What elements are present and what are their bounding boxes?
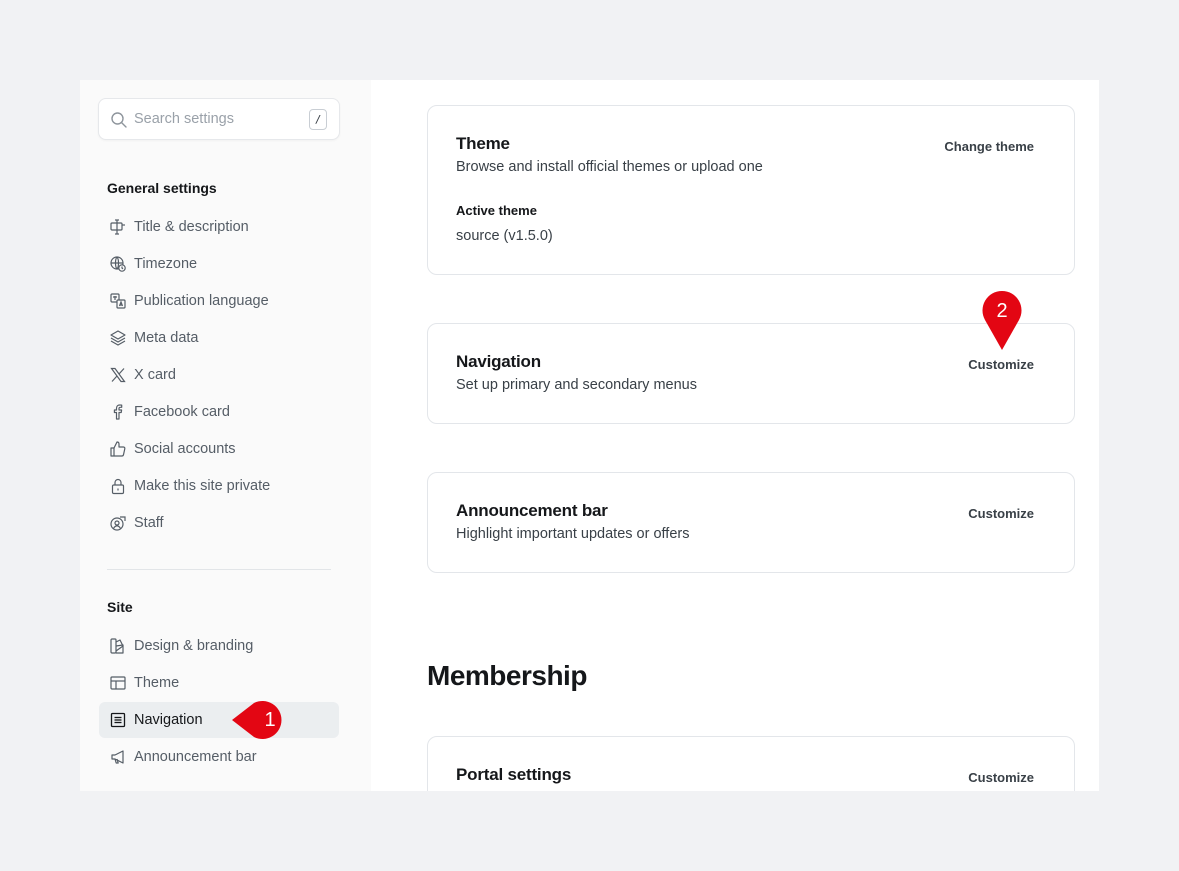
card-description: Highlight important updates or offers <box>456 526 690 542</box>
customize-navigation-button[interactable]: Customize <box>968 357 1034 372</box>
facebook-icon <box>113 404 123 420</box>
card-title: Announcement bar <box>456 501 608 520</box>
thumbs-up-icon <box>110 441 126 457</box>
search-shortcut-key: / <box>309 109 327 130</box>
navigation-list-icon <box>110 712 126 728</box>
sidebar-item-announcement-bar[interactable]: Announcement bar <box>99 739 339 775</box>
sidebar-item-make-site-private[interactable]: Make this site private <box>99 468 339 504</box>
paintbrush-icon <box>110 638 124 654</box>
step-marker-1: 1 <box>232 700 296 740</box>
sidebar-item-label: Meta data <box>134 330 199 346</box>
customize-announcement-button[interactable]: Customize <box>968 506 1034 521</box>
sidebar-item-staff[interactable]: Staff <box>99 505 339 541</box>
navigation-card: Navigation Set up primary and secondary … <box>427 323 1075 424</box>
settings-main: Theme Browse and install official themes… <box>371 80 1099 791</box>
layout-icon <box>110 676 126 690</box>
layers-icon <box>110 330 126 346</box>
card-description: Set up primary and secondary menus <box>456 377 697 393</box>
sidebar-item-facebook-card[interactable]: Facebook card <box>99 394 339 430</box>
change-theme-button[interactable]: Change theme <box>944 139 1034 154</box>
search-input[interactable]: Search settings / <box>98 98 340 140</box>
sidebar-item-label: Title & description <box>134 219 249 235</box>
sidebar-item-label: Make this site private <box>134 478 271 494</box>
language-icon <box>110 293 126 309</box>
active-theme-value: source (v1.5.0) <box>456 228 553 244</box>
search-placeholder: Search settings <box>134 111 234 127</box>
portal-settings-card: Portal settings Customize <box>427 736 1075 791</box>
marker-number: 1 <box>264 709 275 731</box>
sidebar-item-label: Announcement bar <box>134 749 257 765</box>
sidebar-item-label: Theme <box>134 675 180 691</box>
title-icon <box>110 219 125 235</box>
sidebar-item-theme[interactable]: Theme <box>99 665 339 701</box>
search-icon <box>111 112 127 128</box>
sidebar-item-timezone[interactable]: Timezone <box>99 246 339 282</box>
sidebar-item-label: Facebook card <box>134 404 230 420</box>
general-settings-heading: General settings <box>107 180 217 196</box>
sidebar-item-title-description[interactable]: Title & description <box>99 209 339 245</box>
card-title: Navigation <box>456 352 541 371</box>
sidebar-item-label: Design & branding <box>134 638 254 654</box>
card-description: Browse and install official themes or up… <box>456 159 763 175</box>
site-heading: Site <box>107 599 133 615</box>
sidebar-item-label: Social accounts <box>134 441 236 457</box>
customize-portal-button[interactable]: Customize <box>968 770 1034 785</box>
sidebar-item-label: Publication language <box>134 293 269 309</box>
sidebar-item-social-accounts[interactable]: Social accounts <box>99 431 339 467</box>
active-theme-label: Active theme <box>456 203 537 218</box>
sidebar-item-design-branding[interactable]: Design & branding <box>99 628 339 664</box>
marker-number: 2 <box>996 300 1007 322</box>
sidebar-item-label: Timezone <box>134 256 198 272</box>
settings-sidebar: Search settings / General settings Title… <box>80 80 371 791</box>
marker-pin-shape: 2 <box>982 290 1022 350</box>
globe-clock-icon <box>110 256 126 272</box>
sidebar-item-label: Navigation <box>134 712 203 728</box>
card-title: Theme <box>456 134 510 153</box>
staff-icon <box>110 516 126 531</box>
card-title: Portal settings <box>456 765 572 784</box>
sidebar-item-meta-data[interactable]: Meta data <box>99 320 339 356</box>
x-logo-icon <box>110 367 126 383</box>
marker-pin-shape: 1 <box>232 701 282 739</box>
megaphone-icon <box>111 750 124 764</box>
settings-window: Search settings / General settings Title… <box>80 80 1099 791</box>
step-marker-2: 2 <box>981 288 1023 352</box>
sidebar-item-x-card[interactable]: X card <box>99 357 339 393</box>
theme-card: Theme Browse and install official themes… <box>427 105 1075 275</box>
sidebar-item-label: Staff <box>134 515 164 531</box>
lock-icon <box>111 478 125 495</box>
sidebar-item-publication-language[interactable]: Publication language <box>99 283 339 319</box>
sidebar-item-label: X card <box>134 367 176 383</box>
sidebar-divider <box>107 569 331 570</box>
announcement-bar-card: Announcement bar Highlight important upd… <box>427 472 1075 573</box>
membership-heading: Membership <box>427 660 587 691</box>
sidebar-item-navigation[interactable]: Navigation <box>99 702 339 738</box>
